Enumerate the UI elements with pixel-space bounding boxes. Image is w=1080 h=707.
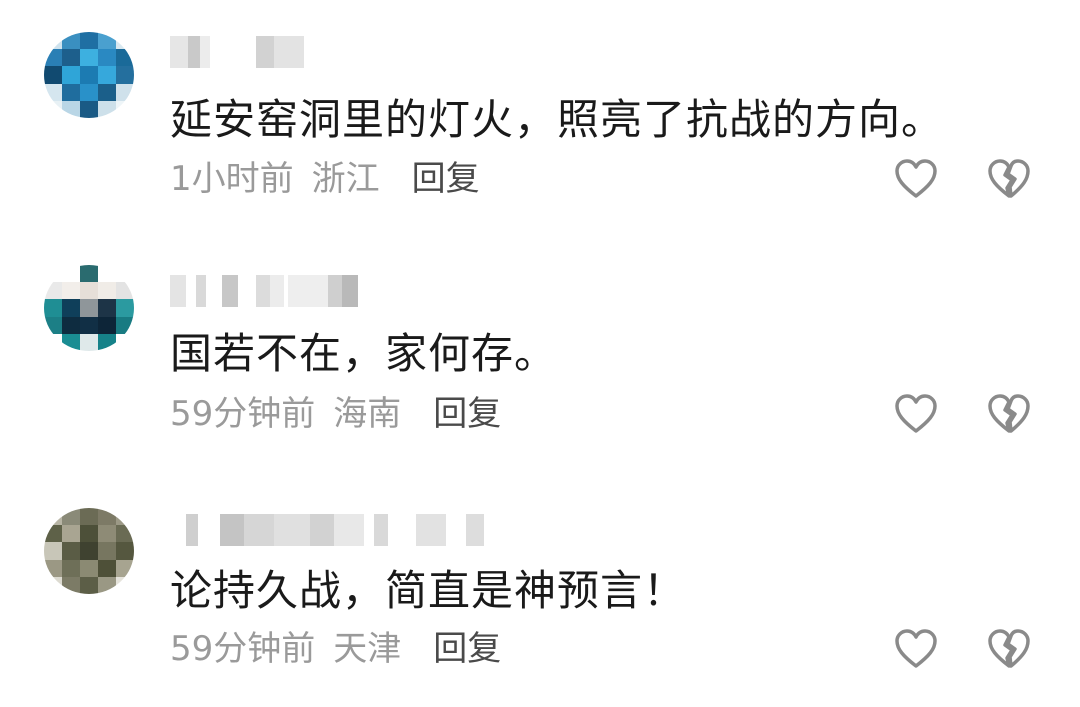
avatar[interactable] [44,508,134,594]
comment-meta: 59分钟前 天津 回复 [170,627,501,671]
comment-meta: 59分钟前 海南 回复 [170,392,501,436]
comment-text: 国若不在，家何存。 [170,329,558,378]
comment-item: 延安窑洞里的灯火，照亮了抗战的方向。 1小时前 浙江 回复 [0,0,1080,235]
comment-location: 浙江 [311,159,380,199]
reply-button[interactable]: 回复 [433,394,501,434]
comment-text: 论持久战，简直是神预言！ [170,566,687,615]
comment-location: 天津 [333,629,402,669]
broken-heart-icon[interactable] [986,392,1032,436]
avatar[interactable] [44,265,134,351]
heart-icon[interactable] [893,157,939,201]
reply-button[interactable]: 回复 [433,629,501,669]
comment-time: 1小时前 [170,159,294,199]
comment-item: 论持久战，简直是神预言！ 59分钟前 天津 回复 [0,470,1080,705]
heart-icon[interactable] [893,392,939,436]
comment-location: 海南 [333,394,402,434]
avatar[interactable] [44,32,134,118]
broken-heart-icon[interactable] [986,157,1032,201]
heart-icon[interactable] [893,627,939,671]
reply-button[interactable]: 回复 [412,159,480,199]
comment-meta: 1小时前 浙江 回复 [170,157,480,201]
comment-time: 59分钟前 [170,629,316,669]
comment-item: 国若不在，家何存。 59分钟前 海南 回复 [0,235,1080,470]
broken-heart-icon[interactable] [986,627,1032,671]
comment-text: 延安窑洞里的灯火，照亮了抗战的方向。 [170,95,945,144]
comment-time: 59分钟前 [170,394,316,434]
